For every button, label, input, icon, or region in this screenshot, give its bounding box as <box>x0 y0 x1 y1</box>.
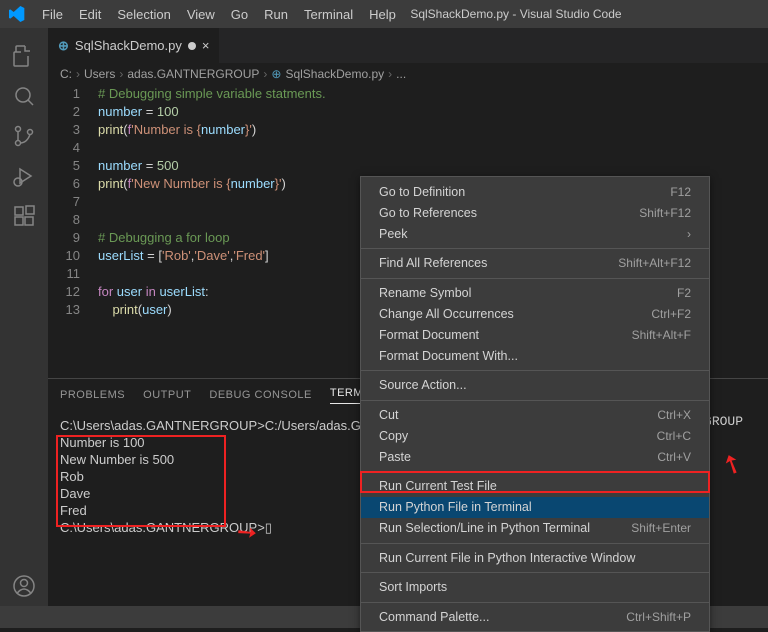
activity-bar <box>0 28 48 606</box>
tab-problems[interactable]: PROBLEMS <box>60 389 125 401</box>
crumb[interactable]: adas.GANTNERGROUP <box>127 67 259 81</box>
line-numbers: 123 456 789 101112 13 <box>48 85 98 378</box>
context-menu-item[interactable]: Find All ReferencesShift+Alt+F12 <box>361 248 709 274</box>
explorer-icon[interactable] <box>0 36 48 76</box>
crumb[interactable]: SqlShackDemo.py <box>285 67 384 81</box>
crumb[interactable]: C: <box>60 67 72 81</box>
extensions-icon[interactable] <box>0 196 48 236</box>
menu-help[interactable]: Help <box>361 7 404 22</box>
menu-edit[interactable]: Edit <box>71 7 109 22</box>
menu-terminal[interactable]: Terminal <box>296 7 361 22</box>
search-icon[interactable] <box>0 76 48 116</box>
context-menu-item[interactable]: Go to DefinitionF12 <box>361 181 709 202</box>
tab-bar: ⊕ SqlShackDemo.py × <box>48 28 768 63</box>
vscode-logo-icon <box>0 6 34 22</box>
dirty-indicator-icon <box>188 42 196 50</box>
debug-icon[interactable] <box>0 156 48 196</box>
context-menu-item[interactable]: Source Action... <box>361 370 709 396</box>
context-menu-item[interactable]: Peek› <box>361 223 709 244</box>
close-tab-icon[interactable]: × <box>202 38 210 53</box>
tab-debug-console[interactable]: DEBUG CONSOLE <box>209 389 311 401</box>
annotation-box <box>56 435 226 527</box>
window-title: SqlShackDemo.py - Visual Studio Code <box>404 7 628 21</box>
source-control-icon[interactable] <box>0 116 48 156</box>
crumb[interactable]: ... <box>396 67 406 81</box>
menubar: File Edit Selection View Go Run Terminal… <box>34 7 404 22</box>
context-menu-item[interactable]: Format Document With... <box>361 345 709 366</box>
context-menu-item[interactable]: PasteCtrl+V <box>361 446 709 467</box>
accounts-icon[interactable] <box>0 566 48 606</box>
context-menu-item[interactable]: Run Current Test File <box>361 471 709 497</box>
menu-view[interactable]: View <box>179 7 223 22</box>
context-menu-item[interactable]: Sort Imports <box>361 572 709 598</box>
context-menu-item[interactable]: Run Python File in Terminal <box>361 497 709 518</box>
crumb[interactable]: Users <box>84 67 115 81</box>
context-menu-item[interactable]: Command Palette...Ctrl+Shift+P <box>361 602 709 628</box>
tab-output[interactable]: OUTPUT <box>143 389 191 401</box>
context-menu-item[interactable]: Change All OccurrencesCtrl+F2 <box>361 303 709 324</box>
tab-filename: SqlShackDemo.py <box>75 38 182 53</box>
menu-run[interactable]: Run <box>256 7 296 22</box>
context-menu: Go to DefinitionF12Go to ReferencesShift… <box>360 176 710 632</box>
tab-sqlshackdemo[interactable]: ⊕ SqlShackDemo.py × <box>48 28 220 63</box>
menu-go[interactable]: Go <box>223 7 256 22</box>
context-menu-item[interactable]: Run Selection/Line in Python TerminalShi… <box>361 518 709 539</box>
menu-selection[interactable]: Selection <box>109 7 178 22</box>
menu-file[interactable]: File <box>34 7 71 22</box>
context-menu-item[interactable]: Run Current File in Python Interactive W… <box>361 543 709 569</box>
python-file-icon: ⊕ <box>271 67 281 81</box>
breadcrumb[interactable]: C:› Users› adas.GANTNERGROUP› ⊕ SqlShack… <box>48 63 768 85</box>
context-menu-item[interactable]: Format DocumentShift+Alt+F <box>361 324 709 345</box>
python-file-icon: ⊕ <box>58 38 69 54</box>
context-menu-item[interactable]: Go to ReferencesShift+F12 <box>361 202 709 223</box>
context-menu-item[interactable]: Rename SymbolF2 <box>361 278 709 304</box>
context-menu-item[interactable]: CutCtrl+X <box>361 400 709 426</box>
context-menu-item[interactable]: CopyCtrl+C <box>361 425 709 446</box>
titlebar: File Edit Selection View Go Run Terminal… <box>0 0 768 28</box>
